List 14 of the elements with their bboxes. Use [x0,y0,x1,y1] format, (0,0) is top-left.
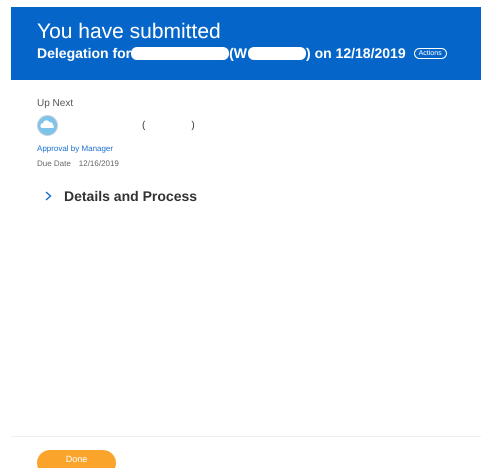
delegation-subtitle: (W [229,45,248,61]
due-label: Due Date [37,159,71,168]
name-text: ( [142,120,146,131]
redaction-mark [248,46,306,60]
chevron-icon [45,191,52,201]
cloud-avatar-icon [37,115,58,136]
section-heading: Up Next [37,98,74,109]
delegation-subtitle: Delegation for [37,45,132,61]
details-toggle[interactable]: Details and Process [45,188,444,204]
due-date: 12/16/2019 [78,159,119,168]
name-text: ) [191,120,195,131]
step-link[interactable]: Approval by Manager [37,144,114,153]
delegation-subtitle: ) on 12/18/2019 [306,45,406,61]
page-title: You have submitted [37,20,222,44]
